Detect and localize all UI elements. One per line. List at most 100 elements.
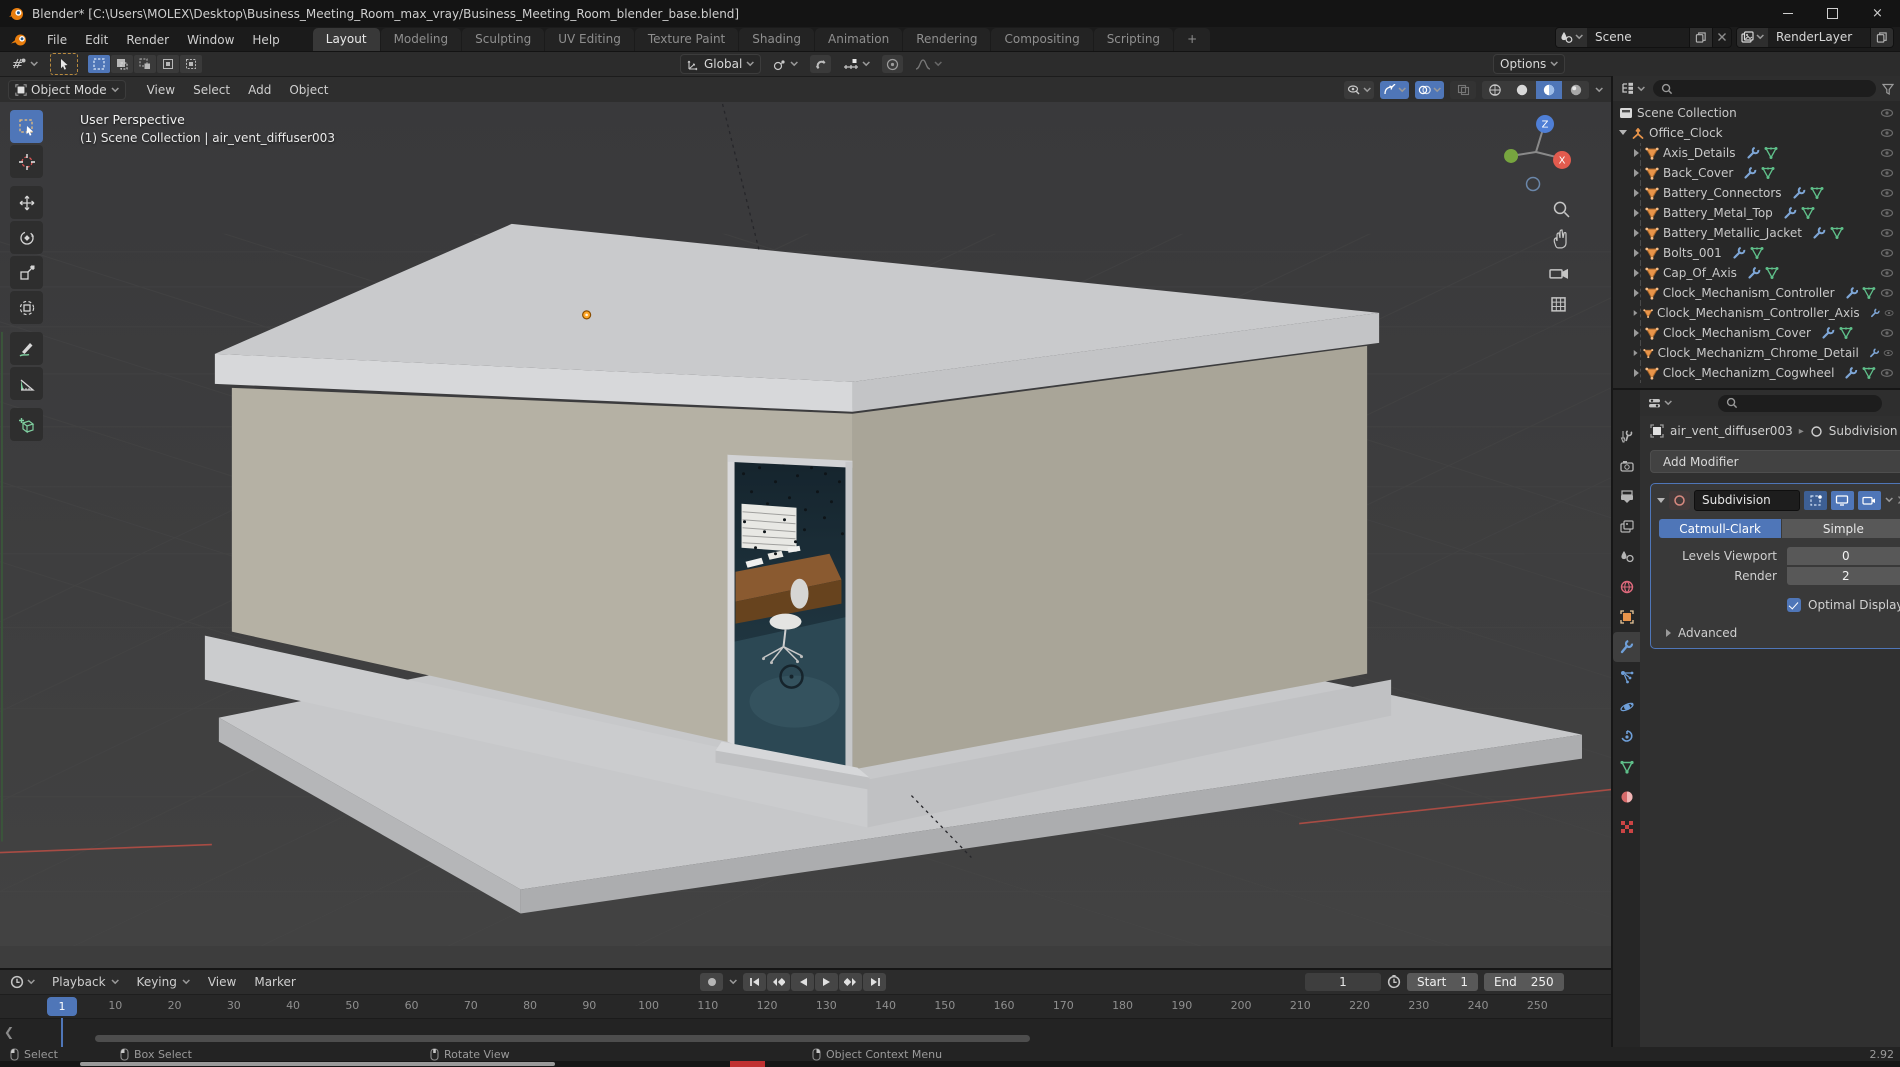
modifier-extras-icon[interactable] [1884, 497, 1893, 503]
hide-viewport-eye-icon[interactable] [1880, 108, 1894, 118]
menu-edit[interactable]: Edit [76, 30, 117, 50]
unlink-scene-icon[interactable] [1712, 27, 1731, 47]
viewport-menu-select[interactable]: Select [184, 80, 239, 100]
outliner-item[interactable]: Clock_Mechanism_Controller_Axis [1613, 303, 1900, 323]
shading-material-icon[interactable] [1536, 80, 1562, 99]
add-modifier-button[interactable]: Add Modifier [1650, 450, 1900, 473]
properties-search-input[interactable] [1718, 394, 1882, 412]
timeline-menu-view[interactable]: View [199, 972, 245, 992]
modifier-wrench-icon[interactable] [1743, 166, 1757, 180]
mesh-data-icon[interactable] [1749, 246, 1764, 260]
timeline-menu-playback[interactable]: Playback [43, 972, 128, 992]
scene-icon[interactable] [1556, 27, 1587, 47]
object-tab-icon[interactable] [1613, 602, 1640, 632]
outliner-item[interactable]: Clock_Mechanism_Cover [1613, 323, 1900, 343]
particles-tab-icon[interactable] [1613, 662, 1640, 692]
mesh-data-icon[interactable] [1809, 186, 1824, 200]
hide-viewport-eye-icon[interactable] [1880, 328, 1894, 338]
mesh-data-icon[interactable] [1862, 366, 1877, 380]
annotate-tool[interactable] [10, 332, 43, 365]
minimize-button[interactable] [1765, 0, 1810, 27]
mesh-data-icon[interactable] [1763, 146, 1778, 160]
outliner-item-label[interactable]: Office_Clock [1649, 126, 1723, 140]
tab-layout[interactable]: Layout [312, 28, 380, 51]
outliner-item-label[interactable]: Bolts_001 [1663, 246, 1722, 260]
play-button[interactable] [815, 973, 838, 992]
proportional-falloff-dropdown[interactable] [911, 55, 946, 73]
timeline-menu-keying[interactable]: Keying [128, 972, 199, 992]
view-layer-icon[interactable] [1737, 27, 1768, 47]
move-tool[interactable] [10, 186, 43, 219]
transform-tool[interactable] [10, 291, 43, 324]
outliner-item[interactable]: Battery_Metallic_Jacket [1613, 223, 1900, 243]
view-layer-selector[interactable]: RenderLayer [1736, 26, 1894, 48]
select-mode-invert-icon[interactable] [157, 55, 179, 73]
mesh-data-icon[interactable] [1829, 226, 1844, 240]
outliner-item[interactable]: Battery_Metal_Top [1613, 203, 1900, 223]
timeline-ruler[interactable]: 1 10 20 30 40 50 60 70 80 90 100 110 120 130 140 150 16… [0, 994, 1611, 1018]
modifier-wrench-icon[interactable] [1747, 266, 1761, 280]
outliner-item-label[interactable]: Back_Cover [1663, 166, 1733, 180]
disclosure-icon[interactable] [1633, 309, 1639, 317]
mesh-data-icon[interactable] [1800, 206, 1815, 220]
outliner-item-label[interactable]: Scene Collection [1637, 106, 1737, 120]
properties-editor-type-icon[interactable] [1646, 394, 1674, 412]
shading-solid-icon[interactable] [1509, 80, 1535, 99]
filter-icon[interactable] [1882, 83, 1894, 95]
snap-toggle-icon[interactable] [810, 55, 832, 73]
viewport-canvas-area[interactable]: Z X User Perspective (1) Scene Collectio… [0, 102, 1611, 968]
outliner-item-label[interactable]: Battery_Connectors [1663, 186, 1782, 200]
outliner-item-label[interactable]: Clock_Mechanism_Controller [1663, 286, 1835, 300]
outliner-item[interactable]: Clock_Mechanism_Controller [1613, 283, 1900, 303]
tab-uv-editing[interactable]: UV Editing [545, 28, 634, 51]
rotate-tool[interactable] [10, 221, 43, 254]
measure-tool[interactable] [10, 367, 43, 400]
timeline-scrollbar[interactable] [95, 1034, 1030, 1042]
scale-tool[interactable] [10, 256, 43, 289]
modifier-wrench-icon[interactable] [1812, 226, 1826, 240]
transform-orientation-dropdown[interactable]: Global [680, 54, 762, 74]
select-mode-subtract-icon[interactable] [134, 55, 156, 73]
selected-object-origin[interactable] [582, 310, 592, 320]
menu-help[interactable]: Help [243, 30, 288, 50]
tab-sculpting[interactable]: Sculpting [462, 28, 545, 51]
view-layer-name[interactable]: RenderLayer [1768, 30, 1870, 44]
hide-viewport-eye-icon[interactable] [1880, 288, 1894, 298]
tab-shading[interactable]: Shading [739, 28, 814, 51]
gizmo-y-axis[interactable] [1504, 148, 1519, 163]
timeline-editor-type-icon[interactable] [6, 973, 39, 991]
outliner-item-label[interactable]: Battery_Metal_Top [1663, 206, 1773, 220]
mesh-data-icon[interactable] [1764, 266, 1779, 280]
modifier-wrench-icon[interactable] [1845, 286, 1859, 300]
outliner-office-clock[interactable]: Office_Clock [1613, 123, 1900, 143]
modifier-wrench-icon[interactable] [1792, 186, 1806, 200]
window-titlebar[interactable]: Blender* [C:\Users\MOLEX\Desktop\Busines… [0, 0, 1900, 27]
disclosure-icon[interactable] [1633, 349, 1639, 357]
modifiers-tab-icon[interactable] [1613, 632, 1640, 662]
breadcrumb-modifier[interactable]: Subdivision [1829, 424, 1898, 438]
previous-keyframe-button[interactable] [767, 973, 790, 992]
hide-viewport-eye-icon[interactable] [1880, 148, 1894, 158]
modifier-wrench-icon[interactable] [1844, 366, 1858, 380]
catmull-clark-button[interactable]: Catmull-Clark [1659, 519, 1782, 538]
outliner-item-label[interactable]: Battery_Metallic_Jacket [1663, 226, 1802, 240]
outliner-item-label[interactable]: Clock_Mechanizm_Chrome_Detail [1658, 346, 1859, 360]
menu-file[interactable]: File [38, 30, 76, 50]
outliner-item-label[interactable]: Axis_Details [1663, 146, 1736, 160]
shading-rendered-icon[interactable] [1563, 80, 1589, 99]
pivot-point-dropdown[interactable] [769, 55, 802, 73]
viewport-menu-view[interactable]: View [138, 80, 184, 100]
frame-start-field[interactable]: Start 1 [1407, 973, 1478, 992]
tab-compositing[interactable]: Compositing [991, 28, 1093, 51]
modifier-name-field[interactable]: Subdivision [1694, 489, 1800, 511]
optimal-display-checkbox[interactable] [1787, 598, 1801, 612]
shading-dropdown-icon[interactable] [1595, 86, 1603, 93]
timeline-menu-marker[interactable]: Marker [245, 972, 304, 992]
outliner-editor-type-icon[interactable] [1619, 80, 1647, 98]
hide-viewport-eye-icon[interactable] [1880, 248, 1894, 258]
tab-animation[interactable]: Animation [815, 28, 903, 51]
render-tab-icon[interactable] [1613, 452, 1640, 482]
hide-viewport-eye-icon[interactable] [1880, 168, 1894, 178]
outliner-item[interactable]: Bolts_001 [1613, 243, 1900, 263]
view-layer-tab-icon[interactable] [1613, 512, 1640, 542]
